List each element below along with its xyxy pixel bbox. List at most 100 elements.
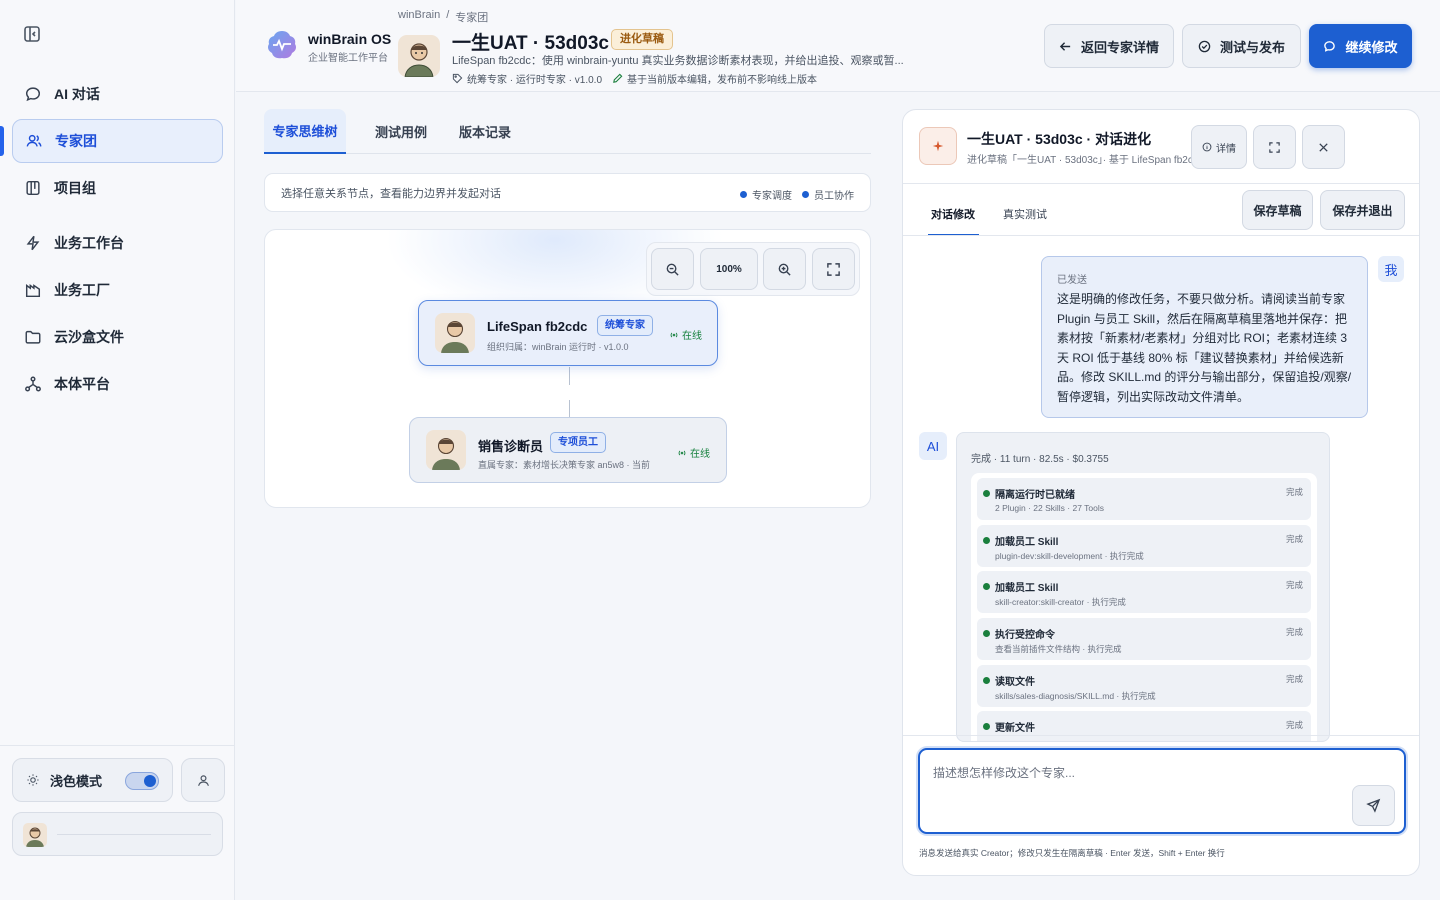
fit-view-button[interactable] xyxy=(812,248,855,290)
ai-steps-list: 隔离运行时已就绪 2 Plugin · 22 Skills · 27 Tools… xyxy=(971,473,1317,741)
sidebar-item-label: 业务工作台 xyxy=(54,235,124,251)
list-item[interactable]: 更新文件 完成 xyxy=(977,711,1311,741)
current-user-bar[interactable] xyxy=(12,812,223,856)
test-and-publish-button[interactable]: 测试与发布 xyxy=(1182,24,1301,68)
tab-test-cases[interactable]: 测试用例 xyxy=(368,109,434,154)
divider xyxy=(903,735,1419,736)
tree-legend: 专家调度 员工协作 xyxy=(740,187,854,202)
save-draft-button[interactable]: 保存草稿 xyxy=(1242,190,1313,230)
save-exit-button[interactable]: 保存并退出 xyxy=(1320,190,1405,230)
legend-item-collab: 员工协作 xyxy=(802,187,854,202)
profile-button[interactable] xyxy=(181,758,225,802)
tab-chat-edit[interactable]: 对话修改 xyxy=(931,206,975,222)
factory-icon xyxy=(25,284,41,298)
node-title: 销售诊断员 xyxy=(478,439,544,454)
send-button[interactable] xyxy=(1352,785,1395,826)
theme-toggle[interactable] xyxy=(125,772,159,790)
user-badge: 我 xyxy=(1378,256,1404,282)
expert-meta: 统筹专家 · 运行时专家 · v1.0.0 基于当前版本编辑，发布前不影响线上版… xyxy=(452,71,817,86)
breadcrumb-current: 专家团 xyxy=(455,12,489,24)
ai-badge: AI xyxy=(919,432,947,460)
brain-logo-icon xyxy=(268,31,296,59)
step-name: 执行受控命令 xyxy=(995,630,1055,642)
status-dot xyxy=(983,490,990,497)
sidebar-item-label: 业务工厂 xyxy=(54,282,110,298)
step-name: 隔离运行时已就绪 xyxy=(995,490,1075,501)
zoom-in-icon xyxy=(778,263,791,276)
sidebar-item-factory[interactable]: 业务工厂 xyxy=(12,268,223,312)
lightning-icon xyxy=(26,235,40,251)
page-title: 一生UAT · 53d03c xyxy=(452,33,609,54)
sidebar-collapse-icon[interactable] xyxy=(22,24,42,44)
status-badge: 进化草稿 xyxy=(611,29,673,50)
panel-detail-button[interactable]: 详情 xyxy=(1191,125,1247,169)
sidebar-item-ontology[interactable]: 本体平台 xyxy=(12,362,223,406)
list-item[interactable]: 读取文件 skills/sales-diagnosis/SKILL.md · 执… xyxy=(977,664,1311,707)
sidebar: AI 对话 专家团 项目组 业务工作台 业务工厂 云沙盒文件 本体平台 浅色模式 xyxy=(0,0,235,900)
divider xyxy=(903,183,1419,184)
divider xyxy=(903,235,1419,236)
continue-edit-button[interactable]: 继续修改 xyxy=(1309,24,1412,68)
chat-bubble-icon xyxy=(1324,40,1336,52)
zoom-out-button[interactable] xyxy=(651,248,694,290)
sparkle-icon xyxy=(919,127,957,165)
tab-real-test[interactable]: 真实测试 xyxy=(1003,206,1047,222)
back-to-expert-button[interactable]: 返回专家详情 xyxy=(1044,24,1174,68)
ai-message: 完成 · 11 turn · 82.5s · $0.3755 隔离运行时已就绪 … xyxy=(956,432,1330,742)
sidebar-item-ai-chat[interactable]: AI 对话 xyxy=(12,72,223,116)
sidebar-item-label: 云沙盒文件 xyxy=(54,329,124,345)
zoom-controls: 100% xyxy=(646,242,860,296)
node-title: LifeSpan fb2cdc xyxy=(487,319,588,334)
tab-version-history[interactable]: 版本记录 xyxy=(452,109,518,154)
brand-name: winBrain OS xyxy=(308,31,392,47)
list-item[interactable]: 隔离运行时已就绪 2 Plugin · 22 Skills · 27 Tools… xyxy=(977,478,1311,520)
check-circle-icon xyxy=(1198,40,1211,52)
breadcrumb-separator: / xyxy=(446,9,450,21)
node-subtitle: 组织归属：winBrain 运行时 · v1.0.0 xyxy=(487,342,629,352)
list-item[interactable]: 加载员工 Skill skill-creator:skill-creator ·… xyxy=(977,571,1311,614)
sidebar-item-experts[interactable]: 专家团 xyxy=(12,119,223,163)
info-icon xyxy=(1202,142,1212,152)
thinking-tree-canvas[interactable]: 100% LifeSpan fb2cdc 统筹专家 组织归属：winBrain … xyxy=(264,229,871,508)
step-state: 完成 xyxy=(1285,673,1303,684)
sidebar-item-sandbox-files[interactable]: 云沙盒文件 xyxy=(12,315,223,359)
message-text: 这是明确的修改任务，不要只做分析。请阅读当前专家 Plugin 与员工 Skil… xyxy=(1057,292,1352,404)
panel-close-button[interactable] xyxy=(1302,125,1345,169)
step-state: 完成 xyxy=(1285,533,1303,544)
online-status: 在线 xyxy=(677,445,710,460)
legend-item-dispatch: 专家调度 xyxy=(740,187,792,202)
sidebar-item-projects[interactable]: 项目组 xyxy=(12,166,223,210)
expand-icon xyxy=(827,262,840,276)
network-icon xyxy=(25,376,41,392)
theme-toggle-box[interactable]: 浅色模式 xyxy=(12,758,173,802)
message-input[interactable] xyxy=(920,750,1404,832)
zoom-in-button[interactable] xyxy=(763,248,806,290)
sidebar-item-label: AI 对话 xyxy=(54,86,100,102)
expert-meta-text: 统筹专家 · 运行时专家 · v1.0.0 xyxy=(467,75,603,86)
node-tag: 专项员工 xyxy=(550,432,606,453)
panel-subtitle: 进化草稿「一生UAT · 53d03c」· 基于 LifeSpan fb2cdc xyxy=(967,155,1192,166)
list-item[interactable]: 加载员工 Skill plugin-dev:skill-development … xyxy=(977,524,1311,567)
user-message: 已发送 这是明确的修改任务，不要只做分析。请阅读当前专家 Plugin 与员工 … xyxy=(1041,256,1368,418)
status-dot xyxy=(983,583,990,591)
zoom-level[interactable]: 100% xyxy=(700,248,758,290)
ai-run-status: 完成 · 11 turn · 82.5s · $0.3755 xyxy=(971,454,1109,465)
tab-thinking-tree[interactable]: 专家思维树 xyxy=(264,109,346,154)
legend-dot xyxy=(802,191,809,198)
avatar xyxy=(435,313,475,353)
status-dot xyxy=(983,536,990,544)
online-label: 在线 xyxy=(690,449,710,460)
divider xyxy=(57,834,211,835)
tree-node-child[interactable]: 销售诊断员 专项员工 直属专家：素材增长决策专家 an5w8 · 当前 在线 xyxy=(409,417,727,483)
panel-expand-button[interactable] xyxy=(1253,125,1296,169)
signal-icon xyxy=(670,332,678,337)
tree-node-root[interactable]: LifeSpan fb2cdc 统筹专家 组织归属：winBrain 运行时 ·… xyxy=(418,300,718,366)
sidebar-item-workbench[interactable]: 业务工作台 xyxy=(12,221,223,265)
list-item[interactable]: 执行受控命令 查看当前插件文件结构 · 执行完成 完成 xyxy=(977,618,1311,661)
step-name: 读取文件 xyxy=(995,676,1035,688)
expert-avatar xyxy=(398,35,440,77)
avatar xyxy=(426,430,466,470)
step-state: 完成 xyxy=(1285,720,1303,731)
breadcrumb-root[interactable]: winBrain xyxy=(398,9,440,25)
node-tag: 统筹专家 xyxy=(597,315,653,336)
